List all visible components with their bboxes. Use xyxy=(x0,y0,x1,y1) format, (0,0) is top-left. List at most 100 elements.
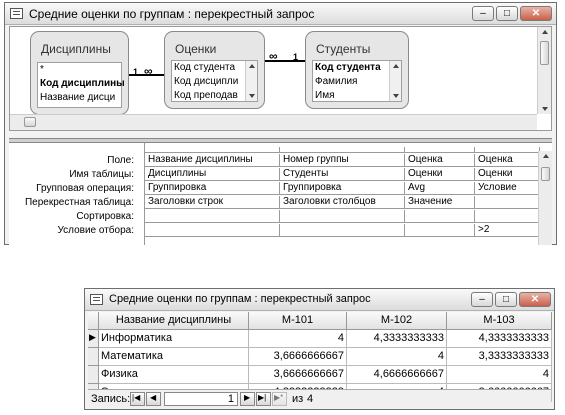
table-box-disciplines[interactable]: Дисциплины * Код дисциплины Название дис… xyxy=(30,31,129,115)
grid-cell[interactable]: >2 xyxy=(475,224,540,237)
scroll-down-icon[interactable] xyxy=(393,94,399,98)
column-header[interactable]: М-101 xyxy=(249,312,347,330)
column-selector[interactable] xyxy=(405,147,475,153)
relation-many-label: ∞ xyxy=(269,49,278,63)
grid-cell[interactable]: Значение xyxy=(405,196,475,209)
vertical-scrollbar[interactable] xyxy=(537,27,551,114)
horizontal-scrollbar[interactable] xyxy=(10,114,537,130)
scroll-up-icon[interactable] xyxy=(543,154,549,158)
query-icon xyxy=(90,294,103,305)
last-record-button[interactable]: ▶| xyxy=(256,392,271,406)
row-selector[interactable] xyxy=(88,366,99,384)
grid-cell[interactable]: Заголовки строк xyxy=(145,196,280,209)
field-item[interactable]: * xyxy=(40,64,44,75)
table-cell[interactable]: Физика xyxy=(99,366,249,384)
record-label: Запись: xyxy=(91,393,131,405)
new-record-button[interactable]: ▶* xyxy=(272,392,287,406)
grid-cell[interactable] xyxy=(145,210,280,223)
field-item[interactable]: Код студента xyxy=(174,62,243,73)
current-record-field[interactable]: 1 xyxy=(164,392,238,406)
column-header[interactable]: М-103 xyxy=(447,312,552,330)
field-item[interactable]: Фамилия xyxy=(315,76,357,87)
grid-row-label: Сортировка: xyxy=(76,211,134,222)
grid-cell[interactable]: Условие xyxy=(475,182,540,195)
grid-vertical-scrollbar[interactable] xyxy=(538,151,552,245)
grid-cell[interactable]: Студенты xyxy=(280,168,405,181)
grid-cell[interactable]: Группировка xyxy=(280,182,405,195)
column-selector[interactable] xyxy=(475,147,540,153)
grid-cell[interactable] xyxy=(280,224,405,237)
query-icon xyxy=(10,8,23,19)
table-cell[interactable]: Информатика xyxy=(99,330,249,348)
maximize-button[interactable]: □ xyxy=(495,292,517,307)
grid-cell[interactable]: Оценка xyxy=(405,154,475,167)
minimize-button[interactable]: – xyxy=(472,6,494,21)
select-all-corner[interactable] xyxy=(88,312,99,330)
grid-cell[interactable] xyxy=(405,210,475,223)
field-item[interactable]: Код студента xyxy=(315,62,381,73)
field-list-scrollbar[interactable] xyxy=(389,61,401,101)
table-cell[interactable]: 4 xyxy=(447,366,552,384)
table-cell[interactable]: 4,3333333333 xyxy=(447,330,552,348)
title-bar[interactable]: Средние оценки по группам : перекрестный… xyxy=(85,289,554,311)
scroll-down-icon[interactable] xyxy=(249,94,255,98)
grid-cell[interactable]: Группировка xyxy=(145,182,280,195)
field-list: Код студента Фамилия Имя xyxy=(312,60,402,102)
column-selector[interactable] xyxy=(280,147,405,153)
table-cell[interactable]: Математика xyxy=(99,348,249,366)
grid-columns: Название дисциплины Номер группы Оценка … xyxy=(144,143,540,245)
title-bar[interactable]: Средние оценки по группам : перекрестный… xyxy=(5,3,556,25)
grid-cell[interactable]: Оценки xyxy=(475,168,540,181)
maximize-button[interactable]: □ xyxy=(496,6,518,21)
table-cell[interactable]: 3,6666666667 xyxy=(249,366,347,384)
table-cell[interactable]: 4,3333333333 xyxy=(347,330,447,348)
table-box-students[interactable]: Студенты Код студента Фамилия Имя xyxy=(305,31,409,109)
grid-cell[interactable] xyxy=(145,224,280,237)
grid-row-label: Имя таблицы: xyxy=(69,169,134,180)
field-item[interactable]: Код дисциплины xyxy=(40,78,125,89)
column-header[interactable]: М-102 xyxy=(347,312,447,330)
column-header[interactable]: Название дисциплины xyxy=(99,312,249,330)
window-title: Средние оценки по группам : перекрестный… xyxy=(109,293,371,305)
grid-cell[interactable]: Дисциплины xyxy=(145,168,280,181)
table-cell[interactable]: 4 xyxy=(249,330,347,348)
column-selector[interactable] xyxy=(145,147,280,153)
grid-cell[interactable]: Заголовки столбцов xyxy=(280,196,405,209)
grid-cell[interactable]: Номер группы xyxy=(280,154,405,167)
scroll-up-icon[interactable] xyxy=(542,30,548,34)
table-cell[interactable]: 4,6666666667 xyxy=(347,366,447,384)
grid-cell[interactable]: Оценки xyxy=(405,168,475,181)
field-item[interactable]: Имя xyxy=(315,90,334,101)
table-box-grades[interactable]: Оценки Код студента Код дисципли Код пре… xyxy=(164,31,265,109)
previous-record-button[interactable]: ◀ xyxy=(146,392,161,406)
field-item[interactable]: Название дисци xyxy=(40,92,115,103)
grid-cell[interactable] xyxy=(405,224,475,237)
close-button[interactable]: ✕ xyxy=(519,292,551,307)
scroll-up-icon[interactable] xyxy=(393,64,399,68)
table-design-area: Дисциплины * Код дисциплины Название дис… xyxy=(9,26,552,131)
scroll-thumb[interactable] xyxy=(24,117,36,127)
grid-cell[interactable] xyxy=(475,210,540,223)
scroll-thumb[interactable] xyxy=(541,167,550,181)
first-record-button[interactable]: |◀ xyxy=(130,392,145,406)
field-item[interactable]: Код преподав xyxy=(174,90,243,101)
field-list-scrollbar[interactable] xyxy=(245,61,257,101)
scroll-down-icon[interactable] xyxy=(542,107,548,111)
table-cell[interactable]: 3,3333333333 xyxy=(447,348,552,366)
table-cell[interactable]: 4 xyxy=(347,348,447,366)
row-selector[interactable]: ▶ xyxy=(88,330,99,348)
field-item[interactable]: Код дисципли xyxy=(174,76,243,87)
next-record-button[interactable]: ▶ xyxy=(240,392,255,406)
scroll-thumb[interactable] xyxy=(540,41,549,65)
scroll-up-icon[interactable] xyxy=(249,64,255,68)
next-record-icon: ▶ xyxy=(244,393,251,402)
minimize-button[interactable]: – xyxy=(471,292,493,307)
grid-cell[interactable] xyxy=(475,196,540,209)
row-selector[interactable] xyxy=(88,348,99,366)
grid-cell[interactable]: Название дисциплины xyxy=(145,154,280,167)
close-button[interactable]: ✕ xyxy=(520,6,552,21)
grid-cell[interactable]: Оценка xyxy=(475,154,540,167)
table-cell[interactable]: 3,6666666667 xyxy=(249,348,347,366)
grid-cell[interactable] xyxy=(280,210,405,223)
grid-cell[interactable]: Avg xyxy=(405,182,475,195)
